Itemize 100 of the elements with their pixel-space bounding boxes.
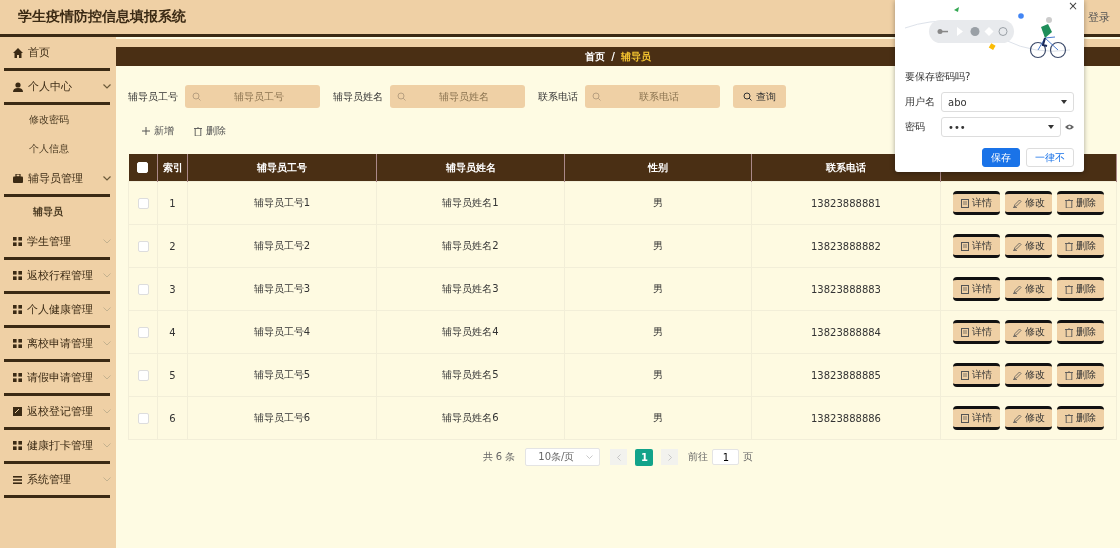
page-input[interactable]: 1 — [712, 449, 740, 465]
row-checkbox[interactable] — [137, 369, 149, 381]
menu-icon — [13, 475, 22, 484]
app-title: 学生疫情防控信息填报系统 — [18, 8, 186, 26]
details-button[interactable]: 详情 — [953, 191, 1000, 215]
pencil-icon — [1012, 327, 1022, 337]
query-button[interactable]: 查询 — [733, 85, 786, 108]
trash-icon — [1065, 327, 1073, 337]
note-icon — [13, 407, 22, 416]
submenu-item[interactable]: 辅导员 — [0, 197, 116, 226]
table-cell: 13823888881 — [751, 181, 941, 225]
dropdown-icon — [1048, 125, 1054, 129]
table-cell: 辅导员姓名2 — [376, 224, 565, 268]
table-cell: 男 — [564, 396, 752, 440]
delete-button[interactable]: 删除 — [1057, 320, 1104, 344]
delete-button[interactable]: 删除 — [1057, 277, 1104, 301]
nav-item[interactable]: 学生管理 — [0, 226, 114, 257]
pencil-icon — [1012, 370, 1022, 380]
close-button[interactable]: × — [1065, 0, 1080, 13]
goto-label: 前往 — [688, 450, 709, 464]
row-checkbox[interactable] — [137, 240, 149, 252]
chevron-left-icon — [616, 453, 621, 461]
document-icon — [961, 370, 969, 380]
details-button[interactable]: 详情 — [953, 277, 1000, 301]
nav-item[interactable]: 健康打卡管理 — [0, 430, 114, 461]
submenu-item[interactable]: 修改密码 — [0, 105, 116, 134]
table-cell: 男 — [564, 353, 752, 397]
nav-item[interactable]: 个人中心 — [0, 71, 114, 102]
details-button[interactable]: 详情 — [953, 406, 1000, 430]
username-field[interactable]: abo — [941, 92, 1074, 112]
never-button[interactable]: 一律不 — [1026, 148, 1074, 167]
pencil-icon — [1012, 413, 1022, 423]
search-icon — [592, 92, 601, 101]
grid-icon — [13, 373, 22, 382]
nav-item[interactable]: 首页 — [0, 37, 114, 68]
search-icon — [743, 92, 752, 101]
eye-icon[interactable] — [1065, 124, 1074, 130]
table-cell: 男 — [564, 267, 752, 311]
search-field[interactable]: 辅导员工号 — [185, 85, 320, 108]
trash-icon — [194, 126, 202, 136]
nav-item[interactable]: 辅导员管理 — [0, 163, 114, 194]
grid-icon — [13, 339, 22, 348]
details-button[interactable]: 详情 — [953, 363, 1000, 387]
delete-button[interactable]: 删除 — [1057, 234, 1104, 258]
table-cell: 男 — [564, 310, 752, 354]
submenu-item[interactable]: 个人信息 — [0, 134, 116, 163]
table-cell: 辅导员工号5 — [187, 353, 377, 397]
nav-item[interactable]: 个人健康管理 — [0, 294, 114, 325]
delete-button[interactable]: 删除 — [1057, 406, 1104, 430]
home-icon — [13, 47, 23, 58]
trash-icon — [1065, 413, 1073, 423]
column-header: 辅导员工号 — [187, 154, 377, 182]
nav-item[interactable]: 请假申请管理 — [0, 362, 114, 393]
details-button[interactable]: 详情 — [953, 234, 1000, 258]
breadcrumb-link[interactable]: 首页 — [585, 49, 606, 64]
edit-button[interactable]: 修改 — [1005, 191, 1052, 215]
briefcase-icon — [13, 174, 23, 183]
document-icon — [961, 198, 969, 208]
trash-icon — [1065, 370, 1073, 380]
select-all-checkbox[interactable] — [137, 162, 149, 174]
grid-icon — [13, 271, 22, 280]
row-checkbox[interactable] — [137, 197, 149, 209]
delete-button[interactable]: 删除 — [192, 122, 228, 140]
document-icon — [961, 327, 969, 337]
search-field[interactable]: 联系电话 — [585, 85, 720, 108]
page-size-select[interactable]: 10条/页 — [525, 448, 601, 466]
field-label: 联系电话 — [538, 89, 578, 104]
row-checkbox[interactable] — [137, 283, 149, 295]
plus-icon — [142, 127, 150, 135]
nav-item[interactable]: 离校申请管理 — [0, 328, 114, 359]
next-page-button[interactable] — [661, 449, 679, 465]
pencil-icon — [1012, 284, 1022, 294]
search-field[interactable]: 辅导员姓名 — [390, 85, 525, 108]
edit-button[interactable]: 修改 — [1005, 363, 1052, 387]
field-label: 密码 — [905, 120, 926, 134]
save-button[interactable]: 保存 — [982, 148, 1020, 167]
document-icon — [961, 241, 969, 251]
table-cell: 辅导员姓名5 — [376, 353, 565, 397]
logout-link[interactable]: 登录 — [1088, 9, 1110, 25]
nav-item[interactable]: 返校行程管理 — [0, 260, 114, 291]
table-cell: 辅导员工号1 — [187, 181, 377, 225]
nav-item[interactable]: 系统管理 — [0, 464, 114, 495]
details-button[interactable]: 详情 — [953, 320, 1000, 344]
previous-page-button[interactable] — [610, 449, 628, 465]
edit-button[interactable]: 修改 — [1005, 406, 1052, 430]
table-cell: 辅导员工号4 — [187, 310, 377, 354]
delete-button[interactable]: 删除 — [1057, 191, 1104, 215]
edit-button[interactable]: 修改 — [1005, 277, 1052, 301]
chevron-right-icon — [667, 453, 672, 461]
breadcrumb-current: 辅导员 — [620, 49, 651, 64]
row-checkbox[interactable] — [137, 326, 149, 338]
edit-button[interactable]: 修改 — [1005, 234, 1052, 258]
chevron-icon — [586, 455, 594, 459]
field-label: 辅导员姓名 — [333, 89, 383, 104]
add-button[interactable]: 新增 — [140, 122, 176, 140]
row-checkbox[interactable] — [137, 412, 149, 424]
edit-button[interactable]: 修改 — [1005, 320, 1052, 344]
password-field[interactable]: ••• — [941, 117, 1061, 137]
nav-item[interactable]: 返校登记管理 — [0, 396, 114, 427]
delete-button[interactable]: 删除 — [1057, 363, 1104, 387]
